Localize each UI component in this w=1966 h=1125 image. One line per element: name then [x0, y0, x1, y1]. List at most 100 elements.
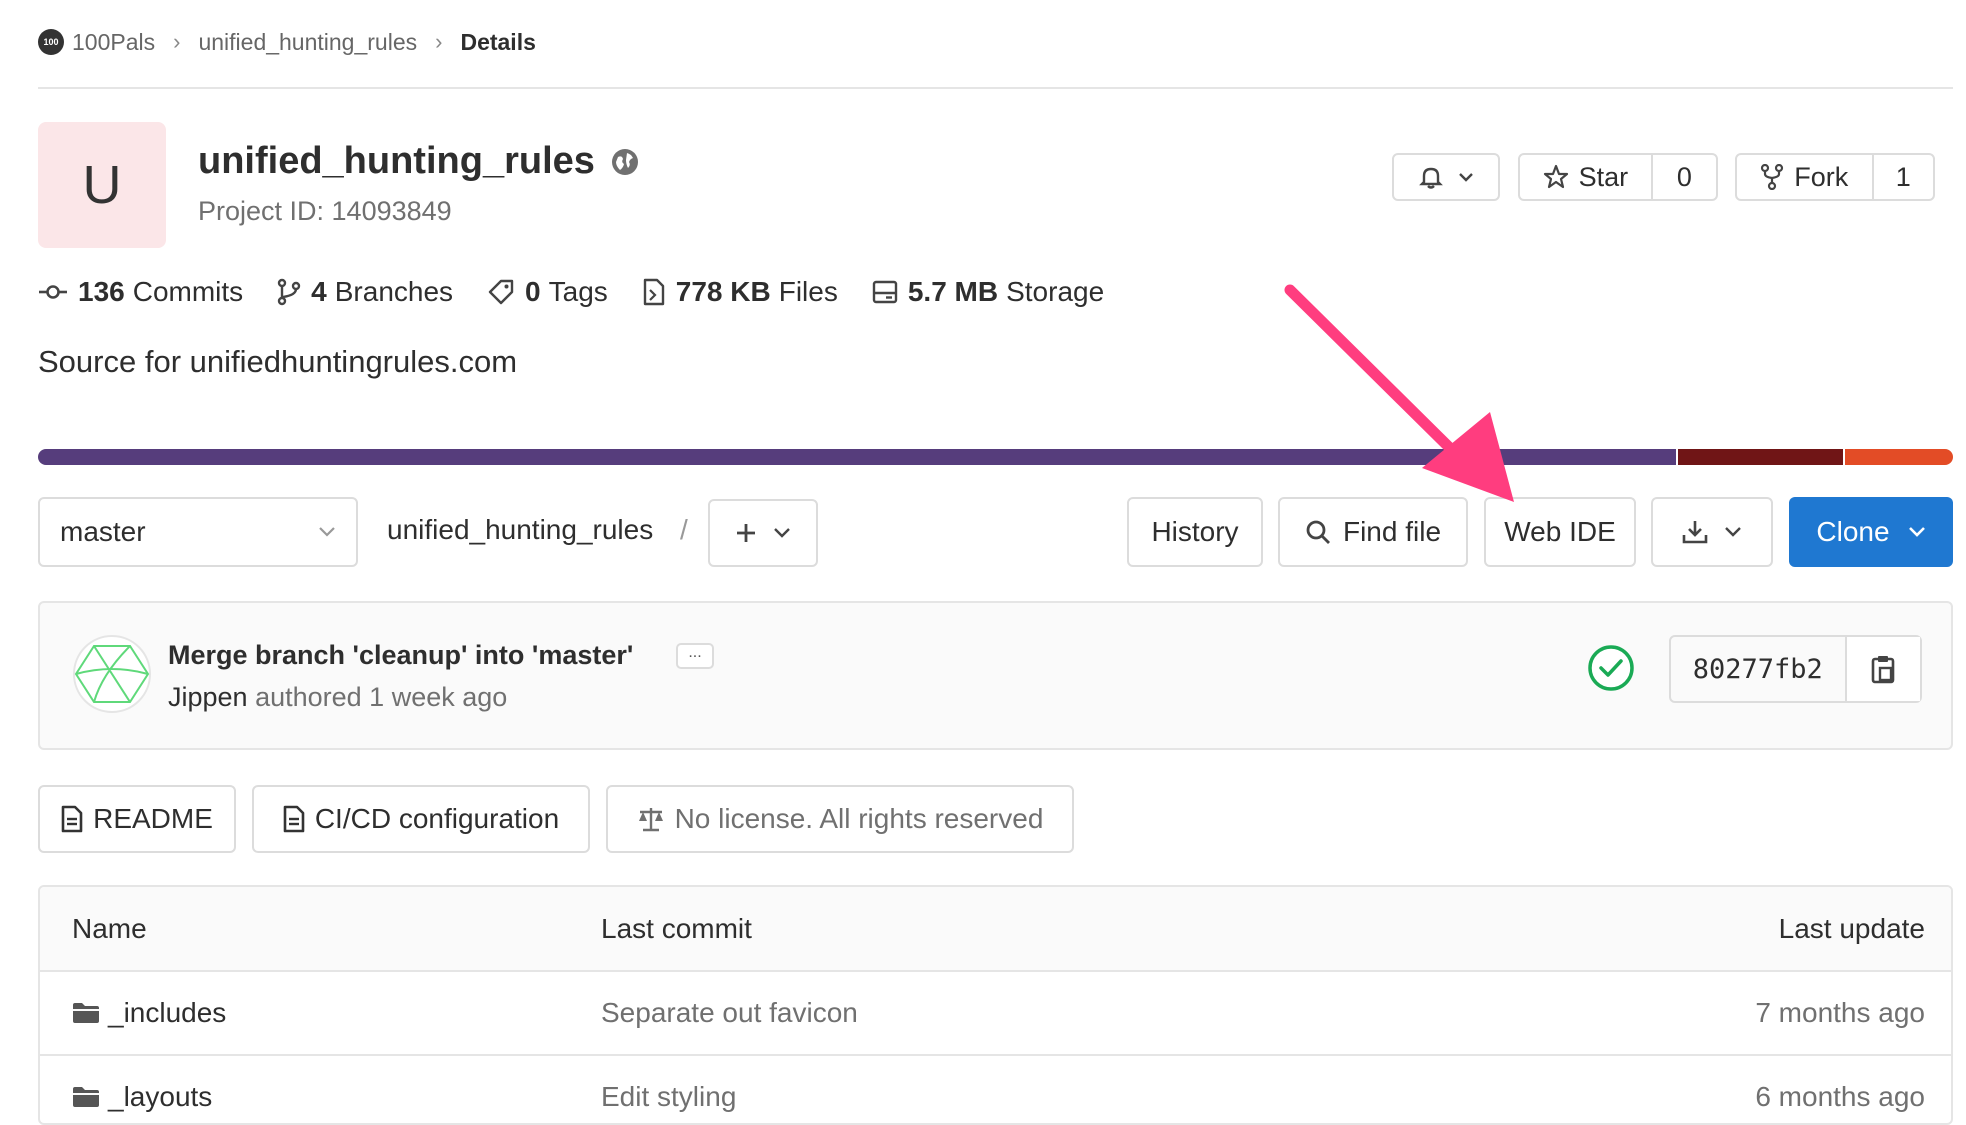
breadcrumb-chevron-icon: ›	[435, 29, 443, 54]
find-file-label: Find file	[1342, 516, 1442, 547]
file-tree-table: Name Last commit Last update _includes S…	[38, 885, 1953, 1125]
breadcrumb-repo-link[interactable]: unified_hunting_rules	[198, 29, 417, 56]
web-ide-label: Web IDE	[1504, 516, 1616, 547]
stat-commits[interactable]: 136 Commits	[38, 276, 243, 308]
row-commit-message[interactable]: Separate out favicon	[601, 997, 858, 1029]
commit-author-link[interactable]: Jippen	[168, 682, 248, 712]
clipboard-icon	[1871, 654, 1895, 684]
plus-icon	[735, 522, 757, 544]
find-file-button[interactable]: Find file	[1278, 497, 1468, 567]
stat-branches[interactable]: 4 Branches	[277, 276, 453, 308]
stat-label: Commits	[132, 276, 244, 307]
language-segment[interactable]	[1678, 449, 1843, 465]
license-button[interactable]: No license. All rights reserved	[606, 785, 1074, 853]
chevron-down-icon	[773, 527, 791, 539]
column-header-name: Name	[72, 912, 147, 944]
tag-icon	[487, 278, 525, 306]
stat-storage[interactable]: 5.7 MB Storage	[872, 276, 1104, 308]
star-count[interactable]: 0	[1650, 155, 1716, 199]
folder-name-link[interactable]: _includes	[72, 997, 226, 1029]
fork-button[interactable]: Fork	[1737, 155, 1872, 199]
author-avatar[interactable]	[72, 634, 152, 714]
stat-label: Branches	[334, 276, 454, 307]
folder-name-link[interactable]: _layouts	[72, 1081, 212, 1113]
file-text-icon	[283, 805, 315, 833]
readme-label: README	[93, 803, 213, 834]
project-id: Project ID: 14093849	[198, 196, 452, 226]
commit-sha[interactable]: 80277fb2	[1671, 637, 1845, 701]
path-separator: /	[680, 514, 688, 545]
branch-selector[interactable]: master	[38, 497, 358, 567]
history-button[interactable]: History	[1127, 497, 1263, 567]
org-logo[interactable]: 100	[38, 29, 64, 55]
cicd-configuration-button[interactable]: CI/CD configuration	[252, 785, 590, 853]
row-last-update: 6 months ago	[1755, 1081, 1925, 1112]
stat-value: 778 KB	[675, 276, 771, 307]
download-icon	[1682, 519, 1708, 545]
readme-button[interactable]: README	[38, 785, 236, 853]
table-row[interactable]: _includes Separate out favicon 7 months …	[40, 972, 1951, 1056]
license-label: No license. All rights reserved	[674, 803, 1044, 834]
breadcrumb-current[interactable]: Details	[460, 29, 535, 56]
branch-name: master	[60, 516, 146, 547]
folder-icon	[72, 1086, 100, 1108]
star-icon	[1543, 164, 1569, 190]
file-icon	[642, 278, 676, 306]
download-dropdown[interactable]	[1651, 497, 1773, 567]
column-header-last-commit: Last commit	[601, 912, 752, 944]
commit-sha-group: 80277fb2	[1669, 635, 1922, 703]
stat-label: Files	[778, 276, 838, 307]
pipeline-status-icon[interactable]	[1587, 644, 1635, 692]
stat-files[interactable]: 778 KB Files	[642, 276, 838, 308]
last-commit-panel	[38, 601, 1953, 750]
stat-value: 4	[311, 276, 327, 307]
chevron-down-icon	[1908, 526, 1926, 538]
table-row[interactable]: _layouts Edit styling 6 months ago	[40, 1056, 1951, 1123]
notification-dropdown[interactable]	[1392, 153, 1500, 201]
commit-title[interactable]: Merge branch 'cleanup' into 'master'	[168, 640, 633, 671]
scale-icon	[637, 806, 675, 832]
repository-language-bar[interactable]	[38, 449, 1953, 465]
project-name: unified_hunting_rules	[198, 140, 595, 182]
table-header: Name Last commit Last update	[40, 887, 1951, 972]
breadcrumb: 100 100Pals › unified_hunting_rules › De…	[38, 24, 536, 60]
stat-label: Tags	[548, 276, 608, 307]
stat-value: 0	[525, 276, 541, 307]
breadcrumb-chevron-icon: ›	[173, 29, 181, 54]
stat-value: 5.7 MB	[907, 276, 999, 307]
chevron-down-icon	[1458, 172, 1474, 182]
stat-value: 136	[78, 276, 125, 307]
breadcrumb-org-link[interactable]: 100Pals	[72, 29, 155, 56]
fork-count[interactable]: 1	[1871, 155, 1933, 199]
cicd-label: CI/CD configuration	[314, 803, 560, 834]
copy-sha-button[interactable]	[1844, 637, 1920, 701]
web-ide-button[interactable]: Web IDE	[1484, 497, 1636, 567]
bell-icon	[1418, 164, 1444, 190]
project-description: Source for unifiedhuntingrules.com	[38, 344, 518, 379]
repo-path-link[interactable]: unified_hunting_rules	[387, 514, 653, 546]
star-label: Star	[1578, 161, 1629, 192]
row-commit-message[interactable]: Edit styling	[601, 1081, 736, 1113]
row-last-update: 7 months ago	[1755, 997, 1925, 1028]
clone-dropdown[interactable]: Clone	[1789, 497, 1953, 567]
commit-description-toggle[interactable]: ...	[676, 643, 714, 669]
star-button[interactable]: Star	[1520, 155, 1651, 199]
stat-tags[interactable]: 0 Tags	[487, 276, 608, 308]
commit-icon	[38, 282, 78, 302]
history-label: History	[1151, 516, 1239, 547]
chevron-down-icon	[1724, 526, 1742, 538]
storage-icon	[872, 279, 908, 305]
project-stats: 136 Commits 4 Branches 0 Tags 778 KB Fil…	[38, 276, 1138, 308]
commit-meta: Jippen authored 1 week ago	[168, 682, 507, 713]
file-text-icon	[61, 805, 93, 833]
column-header-last-update: Last update	[1778, 912, 1925, 944]
star-button-group: Star 0	[1518, 153, 1718, 201]
globe-icon	[611, 148, 639, 176]
add-to-tree-dropdown[interactable]	[708, 499, 818, 567]
fork-button-group: Fork 1	[1735, 153, 1935, 201]
language-segment[interactable]	[1845, 449, 1953, 465]
language-segment[interactable]	[38, 449, 1676, 465]
fork-icon	[1760, 164, 1784, 190]
stat-label: Storage	[1006, 276, 1105, 307]
fork-label: Fork	[1794, 161, 1849, 192]
